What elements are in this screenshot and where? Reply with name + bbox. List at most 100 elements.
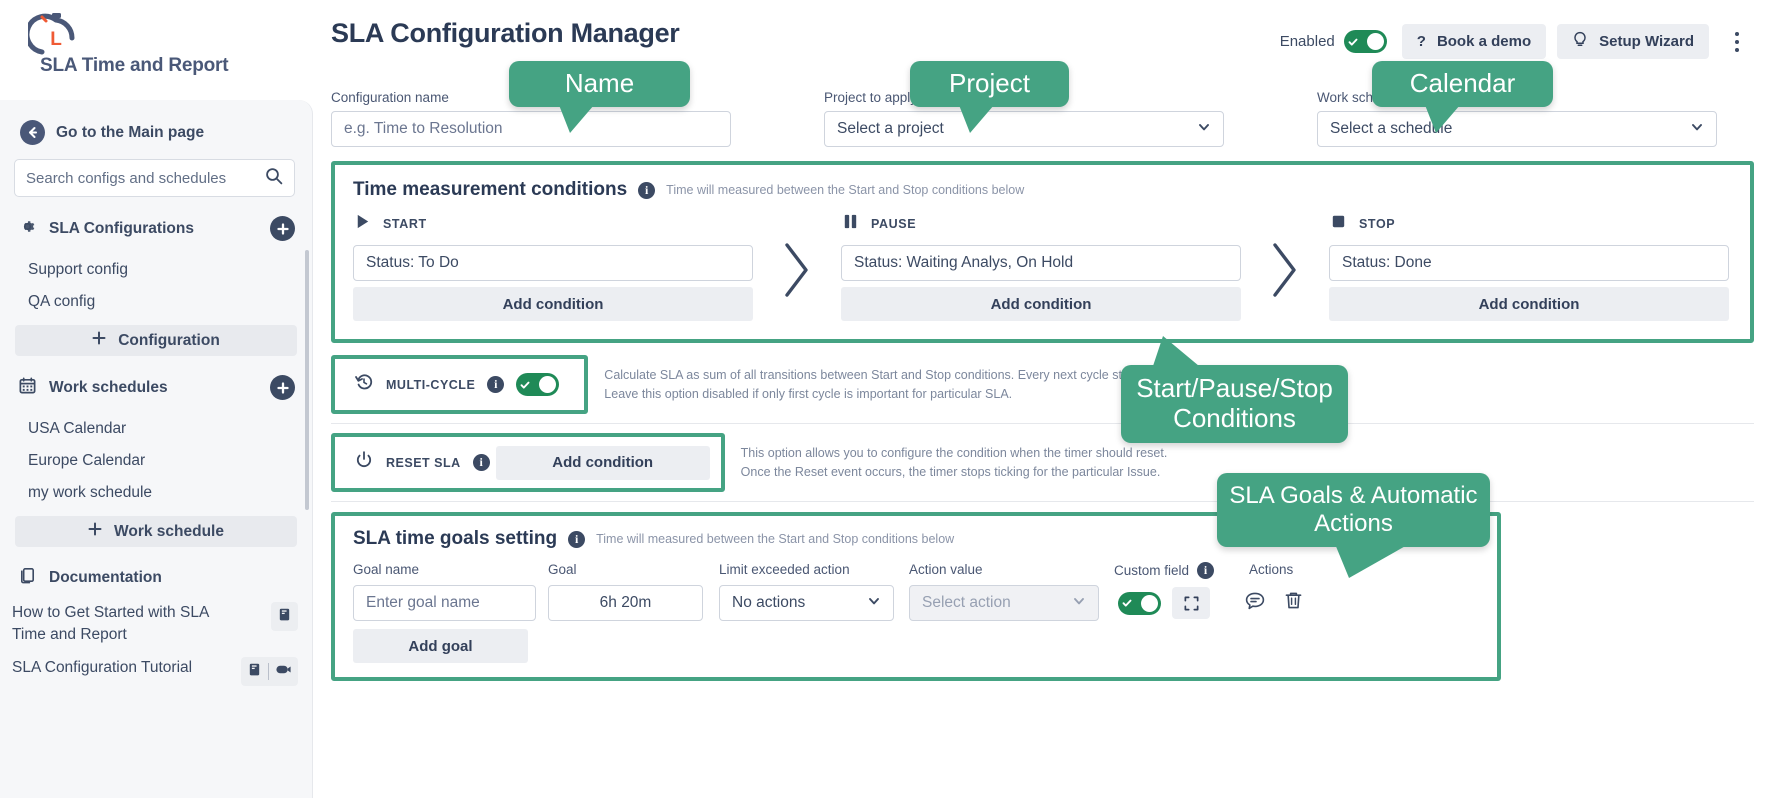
doc-item-configuration-tutorial[interactable]: SLA Configuration Tutorial xyxy=(0,651,312,692)
info-icon[interactable]: i xyxy=(472,454,490,471)
goals-title: SLA time goals setting xyxy=(353,528,558,549)
project-value: Select a project xyxy=(837,120,944,137)
chevron-down-icon xyxy=(1690,120,1704,139)
goals-header-limit-action: Limit exceeded action xyxy=(719,562,850,577)
app-root: L SLA Time and Report Go to the Main pag… xyxy=(0,0,1772,798)
doc-item-get-started[interactable]: How to Get Started with SLA Time and Rep… xyxy=(0,596,312,651)
brand: L SLA Time and Report xyxy=(0,0,313,100)
stop-condition-column: STOP Status: Done Add condition xyxy=(1329,211,1729,321)
callout-conditions: Start/Pause/Stop Conditions xyxy=(1121,336,1348,443)
goal-duration-input[interactable]: 6h 20m xyxy=(548,585,703,621)
action-value-select[interactable]: Select action xyxy=(909,585,1099,621)
sidebar-item-qa-config[interactable]: QA config xyxy=(0,286,312,318)
goal-duration-value: 6h 20m xyxy=(599,594,652,611)
callout-tail xyxy=(559,105,594,133)
search-icon xyxy=(265,167,283,189)
plus-icon xyxy=(88,522,102,541)
add-work-schedule-row-button[interactable]: Work schedule xyxy=(15,516,297,547)
goal-name-placeholder: Enter goal name xyxy=(366,594,480,611)
chevron-down-icon xyxy=(1072,594,1086,613)
chevron-down-icon xyxy=(867,594,881,613)
info-icon[interactable]: i xyxy=(487,376,505,393)
sidebar-section-work-schedules: Work schedules xyxy=(0,356,312,413)
action-value-text: Select action xyxy=(922,594,1011,611)
power-icon xyxy=(354,450,374,475)
more-options-button[interactable] xyxy=(1720,24,1754,59)
add-configuration-button[interactable]: Configuration xyxy=(15,325,297,356)
callout-tail xyxy=(1335,544,1409,578)
book-icon[interactable] xyxy=(277,607,292,627)
enabled-label: Enabled xyxy=(1279,33,1335,50)
start-condition-value[interactable]: Status: To Do xyxy=(353,245,753,281)
svg-text:L: L xyxy=(50,29,62,50)
callout-calendar-label: Calendar xyxy=(1409,68,1516,99)
sidebar-scrollbar[interactable] xyxy=(305,250,309,510)
callout-goals-label: SLA Goals & Automatic Actions xyxy=(1229,482,1478,537)
setup-wizard-button[interactable]: Setup Wizard xyxy=(1557,24,1709,59)
multi-cycle-description-line2: Leave this option disabled if only first… xyxy=(604,386,1013,401)
custom-field-controls xyxy=(1118,587,1210,619)
limit-exceeded-action-select[interactable]: No actions xyxy=(719,585,894,621)
time-conditions-title: Time measurement conditions xyxy=(353,179,628,200)
info-icon[interactable]: i xyxy=(568,530,586,548)
book-a-demo-label: Book a demo xyxy=(1436,33,1532,50)
reset-sla-description-line1: This option allows you to configure the … xyxy=(740,445,1168,460)
add-reset-condition-label: Add condition xyxy=(552,454,654,471)
video-icon[interactable] xyxy=(275,661,292,683)
pause-condition-value[interactable]: Status: Waiting Analys, On Hold xyxy=(841,245,1241,281)
callout-project-label: Project xyxy=(949,68,1030,99)
stop-icon xyxy=(1329,212,1348,236)
doc-item-actions xyxy=(241,657,298,687)
plus-icon xyxy=(92,331,106,350)
lightbulb-icon xyxy=(1572,31,1588,52)
history-icon xyxy=(354,372,374,397)
trash-icon[interactable] xyxy=(1283,590,1304,616)
chevron-separator-2 xyxy=(1241,211,1329,301)
info-icon[interactable]: i xyxy=(638,181,656,199)
enabled-toggle[interactable] xyxy=(1343,30,1387,53)
add-work-schedule-button[interactable] xyxy=(270,375,295,400)
reset-sla-box: RESET SLA i Add condition xyxy=(331,433,725,492)
expand-icon[interactable] xyxy=(1172,587,1210,619)
pause-icon xyxy=(841,212,860,236)
go-to-main-page-link[interactable]: Go to the Main page xyxy=(0,100,312,159)
book-a-demo-button[interactable]: ? Book a demo xyxy=(1401,24,1547,59)
goal-row-actions xyxy=(1244,590,1304,617)
info-icon[interactable]: i xyxy=(1197,562,1215,579)
multi-cycle-chip: MULTI-CYCLE i xyxy=(346,367,573,402)
add-pause-condition-button[interactable]: Add condition xyxy=(841,287,1241,321)
limit-exceeded-action-value: No actions xyxy=(732,594,806,611)
comment-icon[interactable] xyxy=(1244,590,1266,617)
sidebar-item-usa-calendar[interactable]: USA Calendar xyxy=(0,413,312,445)
work-schedule-select[interactable]: Select a schedule xyxy=(1317,111,1717,147)
configuration-name-input[interactable]: e.g. Time to Resolution xyxy=(331,111,731,147)
project-select[interactable]: Select a project xyxy=(824,111,1224,147)
toggle-knob xyxy=(1141,594,1158,612)
add-sla-configuration-button[interactable] xyxy=(270,216,295,241)
search-input[interactable]: Search configs and schedules xyxy=(14,159,295,197)
multi-cycle-label: MULTI-CYCLE xyxy=(386,377,476,392)
add-stop-condition-button[interactable]: Add condition xyxy=(1329,287,1729,321)
stop-condition-value[interactable]: Status: Done xyxy=(1329,245,1729,281)
stop-label: STOP xyxy=(1359,217,1396,231)
add-start-condition-label: Add condition xyxy=(502,295,604,313)
book-icon[interactable] xyxy=(247,662,262,682)
callout-conditions-label: Start/Pause/Stop Conditions xyxy=(1136,373,1333,433)
goal-name-input[interactable]: Enter goal name xyxy=(353,585,536,621)
add-reset-condition-button[interactable]: Add condition xyxy=(495,445,710,480)
sidebar-item-support-config[interactable]: Support config xyxy=(0,254,312,286)
sidebar-item-my-work-schedule[interactable]: my work schedule xyxy=(0,477,312,509)
start-condition-column: START Status: To Do Add condition xyxy=(353,211,753,321)
add-configuration-label: Configuration xyxy=(118,331,220,349)
page-title: SLA Configuration Manager xyxy=(331,18,680,48)
toggle-knob xyxy=(1366,33,1384,50)
calendar-icon xyxy=(18,376,37,400)
multi-cycle-toggle[interactable] xyxy=(516,373,560,396)
custom-field-toggle[interactable] xyxy=(1118,591,1161,615)
divider xyxy=(331,423,1754,424)
add-pause-condition-label: Add condition xyxy=(990,295,1092,313)
callout-goals: SLA Goals & Automatic Actions xyxy=(1217,473,1490,578)
sidebar-item-europe-calendar[interactable]: Europe Calendar xyxy=(0,445,312,477)
add-goal-button[interactable]: Add goal xyxy=(353,629,528,663)
add-start-condition-button[interactable]: Add condition xyxy=(353,287,753,321)
